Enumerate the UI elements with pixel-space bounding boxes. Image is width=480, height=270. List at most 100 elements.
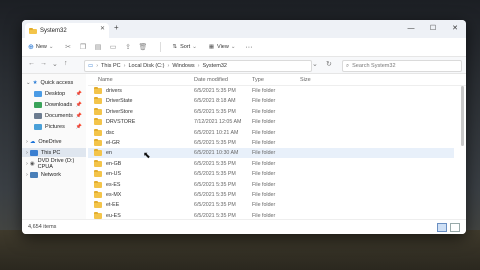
table-row[interactable]: et-EE 6/5/2021 5:35 PM File folder — [88, 200, 454, 210]
recent-chevron-icon[interactable]: ⌄ — [52, 60, 58, 68]
minimize-button[interactable]: — — [400, 20, 422, 38]
chevron-right-icon: › — [123, 63, 126, 69]
file-type: File folder — [252, 192, 276, 198]
table-row[interactable]: drivers 6/5/2021 5:35 PM File folder — [88, 86, 454, 96]
title-bar: System32 ✕ + — ☐ ✕ — [22, 20, 466, 38]
plus-circle-icon: ⊕ — [28, 44, 34, 51]
file-date: 6/5/2021 5:35 PM — [194, 212, 236, 219]
breadcrumb-local-disk[interactable]: Local Disk (C:) — [128, 63, 164, 69]
folder-icon — [94, 149, 102, 157]
vertical-scrollbar[interactable] — [461, 86, 464, 146]
address-bar[interactable]: ▭ › This PC › Local Disk (C:) › Windows … — [84, 60, 312, 72]
breadcrumb-this-pc[interactable]: This PC — [101, 63, 121, 69]
new-tab-button[interactable]: + — [114, 23, 119, 32]
tab-close-icon[interactable]: ✕ — [100, 25, 105, 32]
sort-button[interactable]: ⇅ Sort ⌄ — [173, 44, 197, 50]
back-arrow-icon[interactable]: ← — [28, 60, 35, 67]
file-name: eu-ES — [106, 212, 121, 219]
sidebar-item-desktop[interactable]: Desktop — [34, 89, 65, 98]
address-dropdown-icon[interactable]: ⌄ — [312, 60, 318, 68]
sidebar-item-dvd-drive[interactable]: › ◉ DVD Drive (D:) CPUA — [26, 158, 86, 170]
paste-icon[interactable]: ▤ — [94, 43, 103, 51]
table-row[interactable]: el-GR 6/5/2021 5:35 PM File folder — [88, 138, 454, 148]
command-bar: ⊕ New ⌄ ✂ ❐ ▤ ▭ ⇪ 🗑 ⇅ Sort ⌄ ▦ View ⌄ ··… — [22, 38, 466, 57]
tab-system32[interactable]: System32 ✕ — [25, 23, 109, 38]
file-date: 6/5/2021 10:30 AM — [194, 150, 239, 157]
more-icon: ··· — [245, 43, 253, 51]
search-input[interactable]: ⌕ Search System32 — [342, 60, 462, 72]
folder-icon — [94, 201, 102, 209]
sidebar-item-quick-access[interactable]: ⌄ ★ Quick access — [26, 78, 73, 87]
breadcrumb-system32[interactable]: System32 — [203, 63, 227, 69]
file-name: en — [106, 150, 112, 157]
copy-icon[interactable]: ❐ — [79, 43, 88, 51]
download-icon — [34, 101, 42, 108]
tiles-view-button[interactable] — [450, 223, 460, 232]
table-row[interactable]: dsc 6/5/2021 10:21 AM File folder — [88, 128, 454, 138]
chevron-right-icon: › — [167, 63, 170, 69]
star-icon: ★ — [32, 79, 38, 86]
table-row[interactable]: es-ES 6/5/2021 5:35 PM File folder — [88, 180, 454, 190]
folder-icon — [94, 211, 102, 219]
folder-icon — [94, 87, 102, 94]
file-type: File folder — [252, 160, 276, 167]
column-date-modified[interactable]: Date modified — [194, 77, 228, 83]
sidebar-item-pictures[interactable]: Pictures — [34, 122, 65, 131]
table-row[interactable]: es-MX 6/5/2021 5:35 PM File folder — [88, 190, 454, 200]
table-row[interactable]: en-US 6/5/2021 5:35 PM File folder — [88, 169, 454, 179]
file-name: es-MX — [106, 192, 122, 198]
file-type: File folder — [252, 171, 276, 178]
file-type: File folder — [252, 150, 276, 157]
sidebar-item-this-pc[interactable]: › This PC — [22, 148, 86, 157]
file-type: File folder — [252, 140, 276, 146]
chevron-right-icon: › — [96, 63, 99, 69]
sidebar-item-onedrive[interactable]: › ☁ OneDrive — [26, 137, 62, 146]
folder-icon — [94, 191, 102, 198]
sidebar-item-documents[interactable]: Documents — [34, 111, 73, 120]
cloud-icon: ☁ — [29, 138, 36, 145]
sidebar-item-network[interactable]: › Network — [26, 170, 61, 179]
refresh-icon[interactable]: ↻ — [326, 60, 332, 68]
new-label: New — [35, 44, 47, 50]
close-button[interactable]: ✕ — [444, 20, 466, 38]
column-type[interactable]: Type — [252, 77, 264, 83]
tab-title: System32 — [40, 27, 67, 34]
computer-icon — [29, 149, 38, 156]
table-row[interactable]: DRVSTORE 7/12/2021 12:05 AM File folder — [88, 117, 454, 127]
file-date: 6/5/2021 5:35 PM — [194, 202, 236, 209]
table-row[interactable]: DriverStore 6/5/2021 5:35 PM File folder — [88, 107, 454, 117]
search-placeholder: Search System32 — [352, 63, 396, 69]
file-type: File folder — [252, 119, 276, 126]
file-date: 6/5/2021 10:21 AM — [194, 129, 239, 136]
item-count: 4,654 items — [28, 224, 57, 230]
file-date: 6/5/2021 8:18 AM — [194, 98, 236, 105]
file-name: dsc — [106, 129, 115, 136]
forward-arrow-icon[interactable]: → — [40, 60, 47, 67]
cut-icon[interactable]: ✂ — [64, 43, 73, 51]
table-row[interactable]: DriverState 6/5/2021 8:18 AM File folder — [88, 96, 454, 106]
breadcrumb-windows[interactable]: Windows — [172, 63, 194, 69]
share-icon[interactable]: ⇪ — [124, 43, 133, 51]
file-type: File folder — [252, 88, 276, 94]
chevron-right-icon: › — [26, 149, 28, 156]
file-name: en-US — [106, 171, 122, 178]
up-arrow-icon[interactable]: ↑ — [64, 60, 68, 67]
details-view-button[interactable] — [437, 223, 447, 232]
window-controls: — ☐ ✕ — [400, 20, 466, 38]
rename-icon[interactable]: ▭ — [109, 43, 118, 51]
view-button[interactable]: ▦ View ⌄ — [209, 44, 236, 50]
chevron-right-icon: › — [26, 160, 28, 167]
sidebar-item-downloads[interactable]: Downloads — [34, 100, 72, 109]
column-name[interactable]: Name — [98, 77, 113, 83]
file-name: drivers — [106, 88, 122, 94]
pictures-icon — [34, 123, 42, 130]
delete-icon[interactable]: 🗑 — [139, 43, 148, 51]
maximize-button[interactable]: ☐ — [422, 20, 444, 38]
new-button[interactable]: ⊕ New ⌄ — [28, 43, 54, 51]
more-options-button[interactable]: ··· — [245, 44, 252, 51]
file-name: es-ES — [106, 181, 121, 188]
sort-icon: ⇅ — [172, 44, 178, 50]
folder-icon — [94, 139, 102, 146]
column-size[interactable]: Size — [300, 77, 311, 83]
file-type: File folder — [252, 181, 276, 188]
